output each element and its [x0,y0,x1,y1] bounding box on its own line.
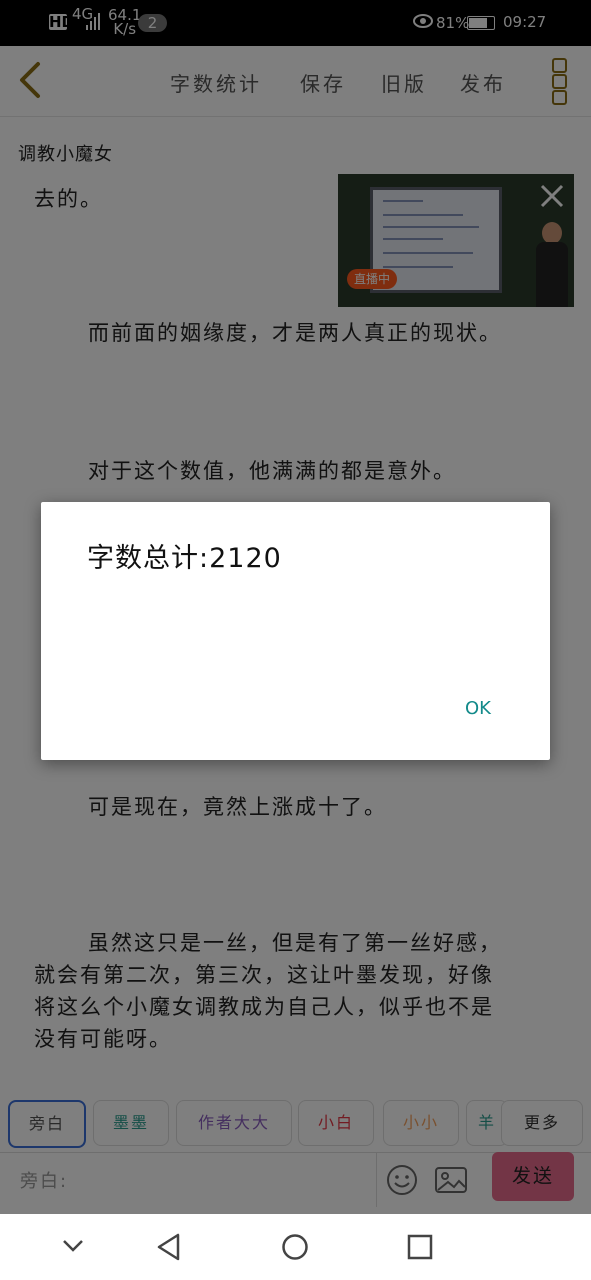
system-nav-bar [0,1214,591,1280]
nav-back-icon[interactable] [156,1233,182,1261]
nav-home-icon[interactable] [281,1233,309,1261]
word-count-message: 字数总计:2120 [87,543,282,574]
hide-keyboard-icon[interactable] [62,1239,84,1253]
ok-button[interactable]: OK [453,698,503,726]
word-count-dialog: 字数总计:2120 OK [41,502,550,760]
nav-recents-icon[interactable] [407,1234,433,1260]
